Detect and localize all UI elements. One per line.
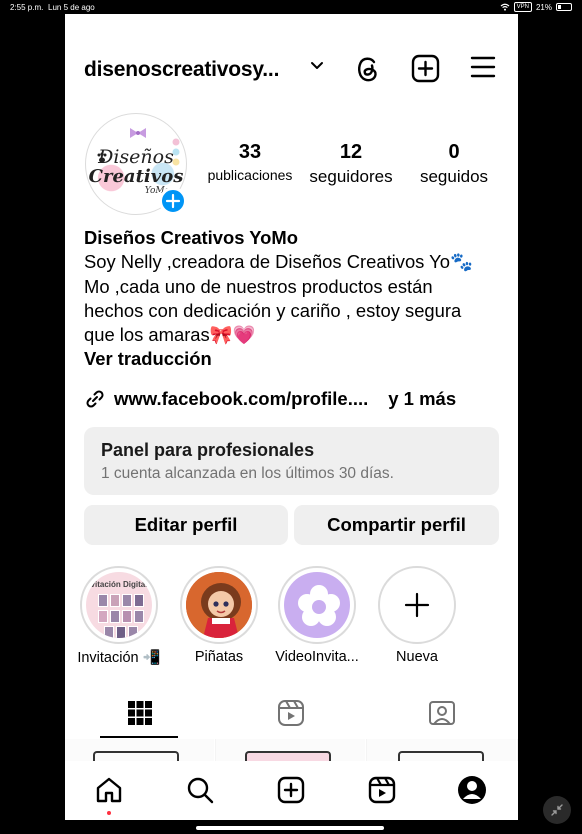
- stat-following[interactable]: 0 seguidos: [409, 141, 499, 187]
- status-time: 2:55 p.m.: [10, 3, 44, 12]
- avatar-logo-line1: Diseños: [98, 146, 174, 168]
- display-name: Diseños Creativos YoMo: [84, 227, 298, 248]
- home-indicator[interactable]: [196, 826, 384, 830]
- stat-following-value: 0: [448, 141, 460, 163]
- highlight-ring: [278, 566, 356, 644]
- nav-create[interactable]: [276, 775, 306, 805]
- nav-reels[interactable]: [367, 775, 397, 805]
- highlight-ring: vitación Digital: [80, 566, 158, 644]
- nav-home[interactable]: [94, 775, 124, 805]
- highlight-label: Nueva: [396, 649, 438, 665]
- tab-posts-grid[interactable]: [125, 698, 155, 728]
- tab-reels[interactable]: [276, 698, 306, 728]
- plus-icon: [165, 193, 181, 209]
- highlight-pinatas[interactable]: Piñatas: [171, 566, 267, 665]
- highlight-ring: [378, 566, 456, 644]
- home-icon: [96, 777, 122, 803]
- highlight-cover: [186, 572, 252, 638]
- stat-followers-label: seguidores: [309, 167, 393, 186]
- reels-icon: [368, 776, 396, 804]
- notification-dot: [107, 811, 111, 815]
- status-bar: 2:55 p.m. Lun 5 de ago VPN 21%: [0, 0, 582, 14]
- professional-dashboard[interactable]: Panel para profesionales 1 cuenta alcanz…: [84, 427, 499, 495]
- stat-posts-label: publicaciones: [207, 167, 293, 183]
- nav-search[interactable]: [185, 775, 215, 805]
- bio-line: que los amaras🎀💗: [84, 324, 256, 346]
- edit-profile-button[interactable]: Editar perfil: [84, 505, 288, 545]
- highlight-cover: vitación Digital: [86, 572, 152, 638]
- instagram-profile-window: disenoscreativosy... Diseños Creativos Y…: [65, 14, 518, 820]
- pinata-doll-icon: [186, 572, 252, 638]
- stat-followers[interactable]: 12 seguidores: [303, 141, 399, 187]
- stat-posts-value: 33: [238, 141, 262, 163]
- link-url[interactable]: www.facebook.com/profile....: [114, 388, 368, 410]
- post-thumbnail[interactable]: [65, 739, 215, 761]
- tab-tagged[interactable]: [427, 698, 457, 728]
- search-icon: [187, 777, 214, 804]
- profile-link[interactable]: www.facebook.com/profile.... y 1 más: [84, 388, 456, 410]
- translate-link[interactable]: Ver traducción: [84, 347, 504, 371]
- active-tab-indicator: [100, 736, 178, 738]
- professional-dashboard-title: Panel para profesionales: [101, 440, 315, 460]
- professional-dashboard-subtitle: 1 cuenta alcanzada en los últimos 30 día…: [101, 465, 394, 482]
- profile-header: disenoscreativosy...: [65, 54, 518, 84]
- add-story-button[interactable]: [159, 187, 187, 215]
- highlight-cover-text: vitación Digital: [90, 580, 148, 589]
- vpn-badge: VPN: [513, 2, 532, 12]
- plus-icon: [404, 592, 430, 618]
- highlight-cover: [284, 572, 350, 638]
- username-switcher[interactable]: disenoscreativosy...: [84, 58, 279, 82]
- avatar-logo-line2: Creativos: [88, 166, 184, 187]
- collapse-arrows-icon: [551, 804, 563, 816]
- wifi-icon: [500, 3, 510, 11]
- status-indicators: VPN 21%: [500, 2, 572, 12]
- create-icon: [277, 776, 305, 804]
- profile-avatar[interactable]: Diseños Creativos YoMo: [85, 113, 187, 215]
- flower-icon: [298, 585, 340, 626]
- bio-line: hechos con dedicación y cariño , estoy s…: [84, 299, 462, 321]
- posts-grid: [65, 739, 518, 761]
- post-thumbnail[interactable]: [216, 739, 366, 761]
- highlight-ring: [180, 566, 258, 644]
- highlight-label: Piñatas: [194, 649, 244, 665]
- create-square-icon[interactable]: [411, 54, 440, 83]
- bio-line: Soy Nelly ,creadora de Diseños Creativos…: [84, 251, 473, 273]
- battery-icon: [556, 3, 572, 11]
- status-date: Lun 5 de ago: [48, 3, 95, 12]
- tagged-icon: [429, 701, 455, 725]
- grid-icon: [128, 701, 152, 725]
- collapse-window-button[interactable]: [543, 796, 571, 824]
- link-more[interactable]: y 1 más: [388, 388, 456, 410]
- highlight-label: VideoInvita...: [275, 649, 359, 665]
- highlight-cover: [384, 572, 450, 638]
- profile-bio: Diseños Creativos YoMo Soy Nelly ,creado…: [84, 226, 504, 372]
- stat-followers-value: 12: [339, 141, 363, 163]
- reels-icon: [278, 700, 304, 726]
- bio-line: Mo ,cada uno de nuestros productos están: [84, 275, 433, 297]
- post-thumbnail[interactable]: [367, 739, 517, 761]
- stat-posts[interactable]: 33 publicaciones: [204, 141, 296, 183]
- link-icon: [86, 390, 104, 408]
- highlight-invitacion[interactable]: vitación Digital Invitación 📲: [71, 566, 167, 666]
- bottom-navigation: [65, 761, 518, 820]
- threads-icon[interactable]: [355, 54, 381, 84]
- share-profile-button[interactable]: Compartir perfil: [294, 505, 499, 545]
- highlight-label: Invitación 📲: [77, 650, 161, 666]
- content-tabs: [65, 690, 518, 738]
- profile-icon: [458, 776, 486, 804]
- stat-following-label: seguidos: [419, 167, 489, 186]
- highlight-new[interactable]: Nueva: [369, 566, 465, 665]
- highlight-videoinvitaciones[interactable]: VideoInvita...: [269, 566, 365, 665]
- bow-icon: [130, 128, 146, 138]
- nav-profile[interactable]: [457, 775, 487, 805]
- menu-icon[interactable]: [470, 54, 496, 80]
- chevron-down-icon[interactable]: [309, 58, 325, 74]
- battery-percent: 21%: [535, 2, 552, 12]
